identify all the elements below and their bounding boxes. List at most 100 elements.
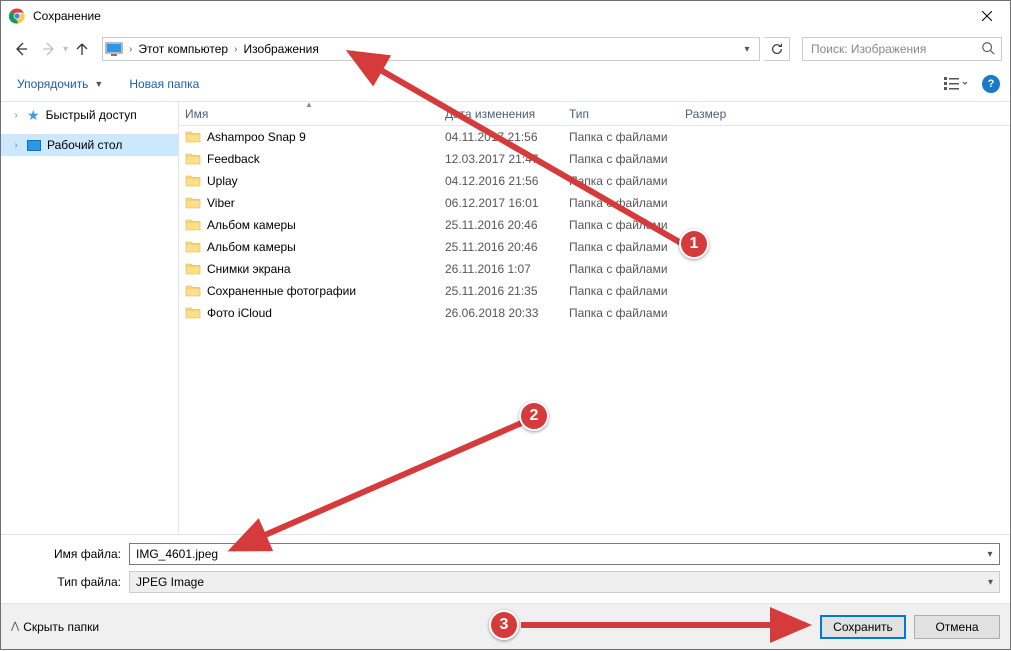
cell-type: Папка с файлами	[563, 262, 679, 276]
cell-name: Viber	[179, 195, 439, 211]
nav-forward-button	[37, 37, 61, 61]
file-name: Viber	[207, 196, 235, 210]
cell-type: Папка с файлами	[563, 240, 679, 254]
list-row[interactable]: Viber 06.12.2017 16:01Папка с файлами	[179, 192, 1010, 214]
cell-date: 25.11.2016 20:46	[439, 240, 563, 254]
breadcrumb-item[interactable]: Этот компьютер	[136, 40, 230, 58]
list-row[interactable]: Ashampoo Snap 9 04.11.2017 21:56Папка с ф…	[179, 126, 1010, 148]
filetype-row: Тип файла: JPEG Image ▾	[11, 571, 1000, 593]
list-row[interactable]: Feedback12.03.2017 21:47Папка с файлами	[179, 148, 1010, 170]
list-row[interactable]: Фото iCloud26.06.2018 20:33Папка с файла…	[179, 302, 1010, 324]
search-icon	[981, 41, 995, 58]
organize-button[interactable]: Упорядочить ▼	[11, 73, 109, 95]
nav-up-button[interactable]	[70, 37, 94, 61]
arrow-left-icon	[13, 41, 29, 57]
column-header-size[interactable]: Размер	[679, 102, 759, 126]
save-button[interactable]: Сохранить	[820, 615, 906, 639]
sidebar-item-desktop[interactable]: › Рабочий стол	[1, 134, 178, 156]
filetype-select[interactable]: JPEG Image ▾	[129, 571, 1000, 593]
refresh-button[interactable]	[764, 37, 790, 61]
breadcrumb-dropdown[interactable]: ▾	[739, 44, 755, 55]
cell-date: 26.06.2018 20:33	[439, 306, 563, 320]
folder-icon	[185, 239, 201, 255]
cell-name: Альбом камеры	[179, 239, 439, 255]
chevron-right-icon: ›	[234, 44, 237, 55]
column-header-date[interactable]: Дата изменения	[439, 102, 563, 126]
file-name: Фото iCloud	[207, 306, 272, 320]
file-name: Ashampoo Snap 9	[207, 130, 306, 144]
folder-icon	[185, 151, 201, 167]
this-pc-icon	[105, 40, 123, 58]
breadcrumb-item[interactable]: Изображения	[241, 40, 320, 58]
help-button[interactable]: ?	[982, 75, 1000, 93]
star-icon: ★	[27, 107, 40, 124]
new-folder-button[interactable]: Новая папка	[123, 73, 205, 95]
file-name: Сохраненные фотографии	[207, 284, 356, 298]
chevron-right-icon: ›	[11, 140, 21, 151]
arrow-up-icon	[74, 41, 90, 57]
list-row[interactable]: Альбом камеры 25.11.2016 20:46Папка с фай…	[179, 236, 1010, 258]
search-input[interactable]	[809, 41, 981, 57]
cell-name: Uplay	[179, 173, 439, 189]
organize-label: Упорядочить	[17, 77, 88, 91]
cell-date: 12.03.2017 21:47	[439, 152, 563, 166]
cell-name: Feedback	[179, 151, 439, 167]
cell-type: Папка с файлами	[563, 130, 679, 144]
file-name: Feedback	[207, 152, 260, 166]
close-button[interactable]	[964, 1, 1010, 31]
hide-folders-label: Скрыть папки	[23, 620, 99, 634]
file-name: Uplay	[207, 174, 238, 188]
file-list-body: Ashampoo Snap 904.11.2017 21:56Папка с ф…	[179, 126, 1010, 534]
file-name: Альбом камеры	[207, 240, 296, 254]
nav-back-button[interactable]	[9, 37, 33, 61]
desktop-icon	[27, 140, 41, 151]
folder-icon	[185, 173, 201, 189]
folder-icon	[185, 129, 201, 145]
folder-icon	[185, 305, 201, 321]
cell-name: Снимки экрана	[179, 261, 439, 277]
column-header-name[interactable]: Имя ▲	[179, 102, 439, 126]
cell-date: 04.11.2017 21:56	[439, 130, 563, 144]
bottom-bar: ⋀ Скрыть папки Сохранить Отмена	[1, 603, 1010, 649]
folder-icon	[185, 261, 201, 277]
filetype-value: JPEG Image	[136, 575, 204, 589]
view-options-button[interactable]	[944, 76, 968, 92]
cell-name: Альбом камеры	[179, 217, 439, 233]
folder-icon	[185, 217, 201, 233]
nav-history-dropdown[interactable]: ▾	[63, 44, 68, 55]
chevron-down-icon: ▼	[94, 79, 103, 89]
cancel-button[interactable]: Отмена	[914, 615, 1000, 639]
hide-folders-toggle[interactable]: ⋀ Скрыть папки	[11, 620, 99, 634]
cell-type: Папка с файлами	[563, 174, 679, 188]
breadcrumb-bar[interactable]: › Этот компьютер › Изображения ▾	[102, 37, 760, 61]
search-box[interactable]	[802, 37, 1002, 61]
arrow-right-icon	[41, 41, 57, 57]
chevron-right-icon: ›	[11, 110, 21, 121]
cell-date: 06.12.2017 16:01	[439, 196, 563, 210]
title-bar: Сохранение	[1, 1, 1010, 31]
toolbar: Упорядочить ▼ Новая папка ?	[1, 67, 1010, 102]
sidebar-item-label: Рабочий стол	[47, 138, 122, 152]
cell-type: Папка с файлами	[563, 196, 679, 210]
cell-date: 26.11.2016 1:07	[439, 262, 563, 276]
cell-name: Ashampoo Snap 9	[179, 129, 439, 145]
column-headers: Имя ▲ Дата изменения Тип Размер	[179, 102, 1010, 126]
filename-label: Имя файла:	[11, 547, 129, 561]
file-listing: Имя ▲ Дата изменения Тип Размер Ashampoo…	[179, 102, 1010, 534]
cell-name: Фото iCloud	[179, 305, 439, 321]
list-row[interactable]: Uplay04.12.2016 21:56Папка с файлами	[179, 170, 1010, 192]
list-row[interactable]: Альбом камеры25.11.2016 20:46Папка с фай…	[179, 214, 1010, 236]
folder-icon	[185, 283, 201, 299]
dialog-body: › ★ Быстрый доступ › Рабочий стол Имя ▲ …	[1, 102, 1010, 534]
list-row[interactable]: Снимки экрана26.11.2016 1:07Папка с файл…	[179, 258, 1010, 280]
list-row[interactable]: Сохраненные фотографии25.11.2016 21:35Па…	[179, 280, 1010, 302]
refresh-icon	[770, 42, 784, 56]
chevron-right-icon: ›	[129, 44, 132, 55]
cell-type: Папка с файлами	[563, 218, 679, 232]
filename-input[interactable]	[129, 543, 1000, 565]
save-fields: Имя файла: ▾ Тип файла: JPEG Image ▾	[1, 534, 1010, 603]
filename-dropdown[interactable]: ▾	[982, 545, 998, 563]
view-details-icon	[944, 76, 968, 92]
column-header-type[interactable]: Тип	[563, 102, 679, 126]
sidebar-item-quick-access[interactable]: › ★ Быстрый доступ	[1, 104, 178, 126]
